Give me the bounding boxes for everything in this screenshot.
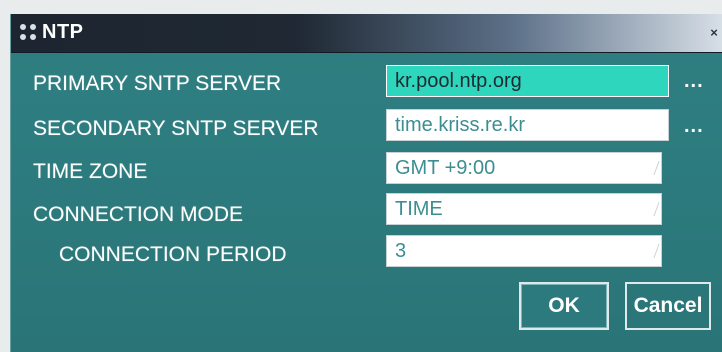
dropdown-arrow-icon: [647, 244, 660, 258]
primary-server-browse-button[interactable]: ...: [684, 70, 704, 93]
connection-period-value: 3: [395, 240, 407, 262]
secondary-server-input[interactable]: time.kriss.re.kr: [386, 109, 669, 141]
time-zone-select[interactable]: GMT +9:00: [386, 152, 662, 184]
connection-mode-value: TIME: [395, 198, 443, 220]
time-zone-value: GMT +9:00: [395, 157, 496, 179]
time-zone-label: TIME ZONE: [33, 160, 148, 183]
connection-period-select[interactable]: 3: [386, 235, 662, 267]
dropdown-arrow-icon: [647, 161, 660, 175]
connection-mode-label: CONNECTION MODE: [33, 203, 243, 226]
title-bar: NTP ×: [11, 14, 722, 53]
close-button[interactable]: ×: [707, 26, 721, 40]
secondary-server-label: SECONDARY SNTP SERVER: [33, 117, 319, 140]
cancel-button[interactable]: Cancel: [625, 282, 711, 330]
connection-period-label: CONNECTION PERIOD: [59, 243, 287, 266]
secondary-server-browse-button[interactable]: ...: [684, 115, 704, 138]
primary-server-input[interactable]: kr.pool.ntp.org: [386, 65, 669, 97]
ok-button[interactable]: OK: [519, 282, 609, 330]
dialog-title: NTP: [42, 21, 84, 43]
primary-server-label: PRIMARY SNTP SERVER: [33, 72, 282, 95]
dropdown-arrow-icon: [647, 202, 660, 216]
connection-mode-select[interactable]: TIME: [386, 193, 662, 225]
network-icon: [20, 24, 38, 42]
ntp-dialog: NTP × PRIMARY SNTP SERVER kr.pool.ntp.or…: [10, 14, 722, 352]
